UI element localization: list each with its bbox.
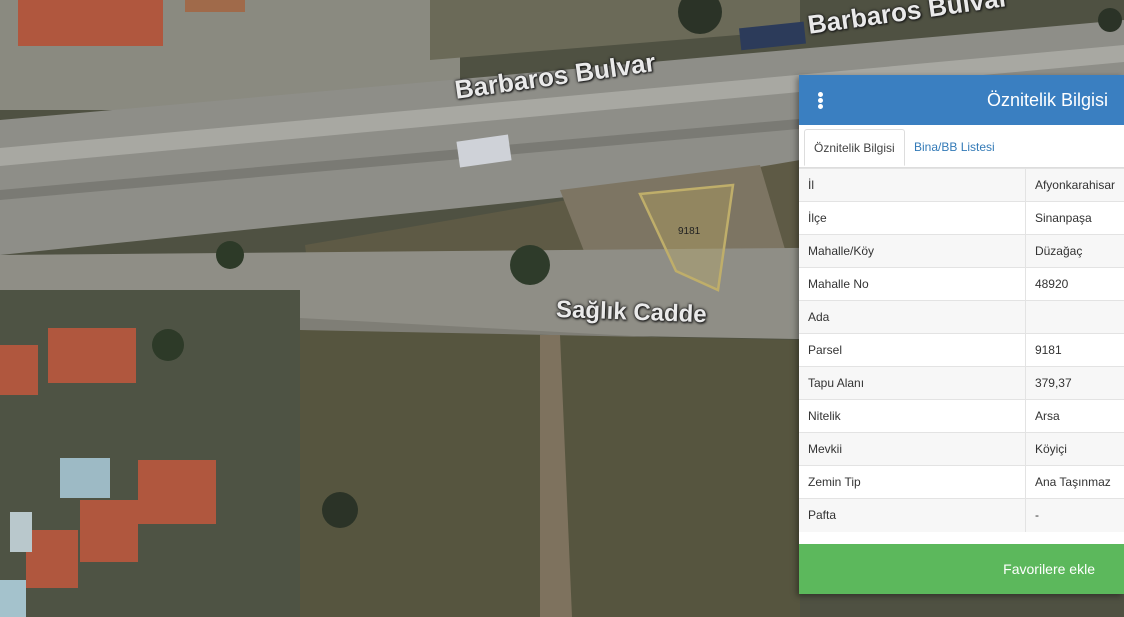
attribute-key: İlçe [799, 201, 1026, 235]
attribute-key: Pafta [799, 498, 1026, 532]
table-row: Zemin Tip Ana Taşınmaz [799, 465, 1124, 499]
table-row: Nitelik Arsa [799, 399, 1124, 433]
attribute-key: İl [799, 168, 1026, 202]
attribute-key: Mahalle/Köy [799, 234, 1026, 268]
tab-attribute-info[interactable]: Öznitelik Bilgisi [804, 129, 905, 166]
attribute-value: Afyonkarahisar [1025, 168, 1124, 202]
attribute-value: 379,37 [1025, 366, 1124, 400]
table-row: İl Afyonkarahisar [799, 168, 1124, 202]
table-row: Ada [799, 300, 1124, 334]
vertical-ellipsis-icon[interactable] [817, 92, 825, 110]
attribute-value: Düzağaç [1025, 234, 1124, 268]
attribute-value: - [1025, 498, 1124, 532]
parcel-number-label: 9181 [678, 226, 701, 237]
panel-tabs: Öznitelik Bilgisi Bina/BB Listesi [799, 125, 1124, 168]
add-to-favorites-button[interactable]: Favorilere ekle [799, 544, 1124, 594]
panel-header: Öznitelik Bilgisi [799, 75, 1124, 125]
attribute-value: Ana Taşınmaz [1025, 465, 1124, 499]
attribute-value: 48920 [1025, 267, 1124, 301]
attribute-panel: Öznitelik Bilgisi Öznitelik Bilgisi Bina… [799, 75, 1124, 594]
road-label-saglik: Sağlık Cadde [555, 296, 708, 329]
table-row: Tapu Alanı 379,37 [799, 366, 1124, 400]
attribute-key: Zemin Tip [799, 465, 1026, 499]
panel-title: Öznitelik Bilgisi [986, 90, 1108, 110]
table-row: İlçe Sinanpaşa [799, 201, 1124, 235]
table-row: Pafta - [799, 498, 1124, 532]
attribute-key: Ada [799, 300, 1026, 334]
tab-building-list[interactable]: Bina/BB Listesi [905, 129, 1004, 166]
attribute-key: Nitelik [799, 399, 1026, 433]
attribute-value: 9181 [1025, 333, 1124, 367]
attribute-key: Mahalle No [799, 267, 1026, 301]
attribute-value: Arsa [1025, 399, 1124, 433]
table-row: Parsel 9181 [799, 333, 1124, 367]
attribute-value [1025, 300, 1124, 334]
table-row: Mahalle/Köy Düzağaç [799, 234, 1124, 268]
attribute-key: Mevkii [799, 432, 1026, 466]
attribute-key: Parsel [799, 333, 1026, 367]
attribute-value: Köyiçi [1025, 432, 1124, 466]
attribute-key: Tapu Alanı [799, 366, 1026, 400]
table-row: Mevkii Köyiçi [799, 432, 1124, 466]
table-row: Mahalle No 48920 [799, 267, 1124, 301]
attribute-value: Sinanpaşa [1025, 201, 1124, 235]
attribute-table: İl Afyonkarahisar İlçe Sinanpaşa Mahalle/Köy… [799, 168, 1124, 532]
